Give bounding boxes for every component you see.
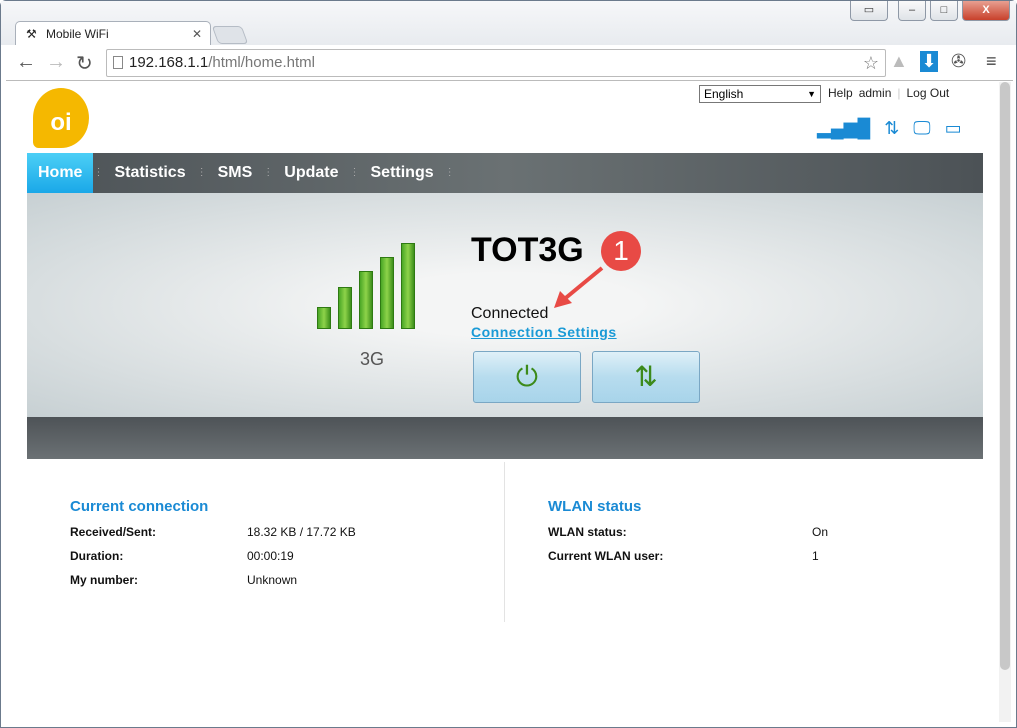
tab-title: Mobile WiFi [46, 27, 109, 41]
help-link[interactable]: Help [828, 86, 853, 100]
url-host: 192.168.1.1 [129, 54, 209, 71]
disconnect-power-button[interactable]: ⏻ [473, 351, 581, 403]
router-page: oi English ▼ Help admin | Log Out ▂▄▆█ ⇅ … [27, 82, 983, 722]
signal-bar [401, 243, 415, 329]
row-value: Unknown [247, 573, 298, 587]
row-label: Current WLAN user: [548, 549, 664, 563]
menu-settings[interactable]: Settings [360, 153, 445, 193]
connection-settings-link[interactable]: Connection Settings [471, 324, 617, 340]
info-row: Current WLAN user: 1 [548, 549, 828, 573]
signal-bar [359, 271, 373, 329]
network-type: 3G [360, 349, 385, 369]
tools-icon: ⚒ [26, 27, 37, 41]
section-title: WLAN status [548, 498, 642, 515]
signal-icon: ▂▄▆█ [817, 118, 871, 138]
address-bar[interactable]: 192.168.1.1/html/home.html ☆ [106, 49, 886, 77]
connection-status: Connected [471, 305, 549, 322]
profile-button[interactable]: ▭ [850, 1, 888, 21]
language-select[interactable]: English ▼ [699, 85, 821, 103]
section-title: Current connection [70, 498, 209, 515]
row-label: Received/Sent: [70, 525, 157, 539]
reload-icon[interactable]: ↻ [76, 51, 93, 76]
film-reel-icon[interactable]: ✇ [951, 51, 966, 72]
battery-icon: ▭ [944, 118, 962, 138]
row-value: On [812, 525, 829, 539]
power-icon: ⏻ [515, 361, 539, 392]
current-connection-section: Current connection Received/Sent: 18.32 K… [70, 498, 356, 597]
monitor-wifi-icon: 🖵 [913, 118, 931, 138]
forward-icon[interactable]: → [46, 51, 66, 74]
user-name: admin [858, 86, 892, 100]
menu-statistics[interactable]: Statistics [103, 153, 196, 193]
connection-panel: 3G TOT3G 1 Connected Connection Settings… [27, 193, 983, 417]
menu-home[interactable]: Home [27, 153, 94, 193]
info-row: Duration: 00:00:19 [70, 549, 356, 573]
row-value: 18.32 KB / 17.72 KB [247, 525, 356, 539]
menu-icon[interactable]: ≡ [986, 51, 997, 72]
row-value: 1 [812, 549, 819, 563]
drive-icon[interactable]: ▲ [890, 51, 908, 72]
browser-tab[interactable]: ⚒ Mobile WiFi ✕ [15, 21, 211, 47]
main-menu: Home ⋮ Statistics ⋮ SMS ⋮ Update ⋮ Settings ⋮ [27, 153, 983, 193]
signal-strength-bars [317, 243, 415, 329]
info-row: My number: Unknown [70, 573, 356, 597]
info-row: WLAN status: On [548, 525, 828, 549]
logout-link[interactable]: Log Out [907, 86, 950, 100]
download-icon[interactable]: ⬇ [920, 51, 938, 72]
signal-bar [317, 307, 331, 329]
signal-bar [338, 287, 352, 329]
language-value: English [704, 87, 744, 101]
row-label: My number: [70, 573, 139, 587]
divider [504, 462, 505, 622]
oi-logo: oi [33, 88, 89, 148]
wlan-status-section: WLAN status WLAN status: On Current WLAN … [548, 498, 828, 573]
url-path: /html/home.html [208, 54, 315, 71]
annotation-arrow-icon [554, 266, 604, 308]
close-tab-icon[interactable]: ✕ [192, 22, 202, 46]
download-upload-icon: ⇅ [634, 361, 658, 392]
panel-footer-strip [27, 417, 983, 459]
row-label: Duration: [70, 549, 124, 563]
title-bar: ▭ – □ X ⚒ Mobile WiFi ✕ [1, 1, 1016, 47]
menu-update[interactable]: Update [273, 153, 349, 193]
dropdown-arrow-icon: ▼ [807, 89, 816, 99]
row-value: 00:00:19 [247, 549, 294, 563]
signal-bar [380, 257, 394, 329]
row-label: WLAN status: [548, 525, 627, 539]
data-transfer-icon: ⇅ [884, 118, 900, 138]
back-icon[interactable]: ← [16, 51, 36, 74]
bookmark-star-icon[interactable]: ☆ [863, 50, 879, 76]
info-row: Received/Sent: 18.32 KB / 17.72 KB [70, 525, 356, 549]
close-window-button[interactable]: X [962, 1, 1010, 21]
menu-sms[interactable]: SMS [207, 153, 264, 193]
maximize-button[interactable]: □ [930, 1, 958, 21]
browser-window: ▭ – □ X ⚒ Mobile WiFi ✕ ← → ↻ 192.168.1.… [0, 0, 1017, 728]
vertical-scrollbar[interactable] [999, 82, 1011, 722]
new-tab-button[interactable] [211, 26, 249, 44]
browser-toolbar: ← → ↻ 192.168.1.1/html/home.html ☆ ▲ ⬇ ✇… [6, 45, 1013, 81]
data-transfer-button[interactable]: ⇅ [592, 351, 700, 403]
minimize-button[interactable]: – [898, 1, 926, 21]
scrollbar-thumb[interactable] [1000, 82, 1010, 670]
page-icon [113, 56, 123, 69]
